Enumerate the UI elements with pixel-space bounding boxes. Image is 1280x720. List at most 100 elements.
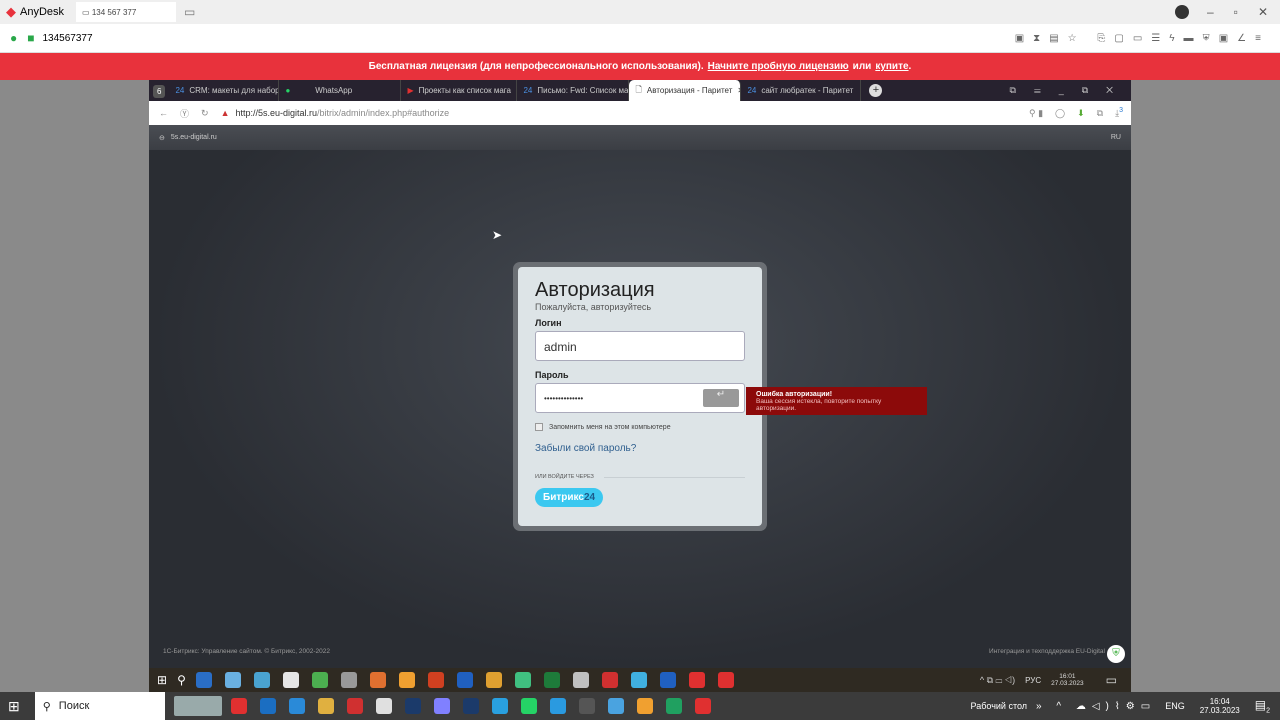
taskbar-app-icon[interactable]: [375, 698, 392, 714]
tab-label: CRM: макеты для наборов: [189, 86, 280, 95]
password-input[interactable]: •••••••••••••• ↵: [535, 383, 745, 413]
lang-indicator[interactable]: ENG: [1165, 701, 1185, 711]
reload-icon[interactable]: ↻: [201, 108, 209, 119]
address-bar[interactable]: ← Ⓨ ↻ ▲ http://5s.eu-digital.ru/bitrix/a…: [149, 101, 1131, 125]
start-icon[interactable]: ⊞: [8, 698, 20, 715]
submit-button[interactable]: ↵: [703, 389, 739, 407]
extensions-icon[interactable]: ⧉: [1097, 108, 1103, 119]
tab-crm[interactable]: 24 CRM: макеты для наборов: [169, 80, 280, 101]
taskbar-app-icon[interactable]: [462, 698, 479, 714]
back-to-site-icon[interactable]: ⊖: [159, 134, 165, 142]
desktop-toolbar[interactable]: Рабочий стол: [971, 701, 1028, 711]
session-tab-label: 134 567 377: [91, 7, 137, 17]
remote-taskbar-app-icon[interactable]: [311, 672, 328, 688]
remote-search-icon[interactable]: ⚲: [177, 673, 186, 687]
login-input[interactable]: admin: [535, 331, 745, 361]
banner-end: .: [908, 61, 912, 72]
remote-taskbar-app-icon[interactable]: [717, 672, 734, 688]
maximize-button[interactable]: ▫: [1234, 5, 1238, 19]
remote-start-icon[interactable]: ⊞: [157, 673, 167, 687]
tray-icons[interactable]: » ^ ☁◁)⌇⚙▭: [1036, 701, 1156, 712]
remote-taskbar-app-icon[interactable]: [195, 672, 212, 688]
yandex-icon[interactable]: Ⓨ: [180, 107, 189, 120]
clock[interactable]: 16:04 27.03.2023: [1200, 697, 1240, 715]
remote-taskbar-app-icon[interactable]: [572, 672, 589, 688]
extension-icon[interactable]: ⬇: [1077, 108, 1085, 119]
remote-taskbar-app-icon[interactable]: [224, 672, 241, 688]
city-widget-icon[interactable]: [173, 696, 222, 716]
license-banner: Бесплатная лицензия (для непрофессиональ…: [0, 53, 1280, 80]
remote-tray-icons[interactable]: ^ ⧉ ▭ ◁): [980, 675, 1015, 686]
remember-checkbox[interactable]: [535, 423, 543, 431]
url-field[interactable]: http://5s.eu-digital.ru/bitrix/admin/ind…: [235, 108, 449, 118]
tab-site[interactable]: 24 сайт любратек - Паритет: [741, 80, 862, 101]
bookmark-icon[interactable]: ⚲ ▮: [1029, 108, 1043, 119]
shield-icon[interactable]: ⛨: [1107, 645, 1125, 663]
bitrix-label: Битрикс: [543, 492, 584, 503]
taskbar-app-icon[interactable]: [665, 698, 682, 714]
downloads-icon[interactable]: ⤓3: [1115, 107, 1123, 119]
remote-notifications-icon[interactable]: ▭: [1106, 673, 1117, 687]
taskbar-app-icon[interactable]: [433, 698, 450, 714]
time: 16:04: [1209, 697, 1230, 706]
remote-taskbar-app-icon[interactable]: [340, 672, 357, 688]
remote-taskbar-app-icon[interactable]: [659, 672, 676, 688]
trial-license-link[interactable]: Начните пробную лицензию: [708, 61, 849, 72]
opera-icon[interactable]: ◯: [1055, 108, 1065, 119]
taskbar-app-icon[interactable]: [520, 698, 537, 714]
taskbar-app-icon[interactable]: [317, 698, 334, 714]
remote-taskbar-app-icon[interactable]: [688, 672, 705, 688]
taskbar-app-icon[interactable]: [694, 698, 711, 714]
taskbar-app-icon[interactable]: [404, 698, 421, 714]
remote-taskbar-app-icon[interactable]: [398, 672, 415, 688]
remote-taskbar-app-icon[interactable]: [427, 672, 444, 688]
taskbar-app-icon[interactable]: [549, 698, 566, 714]
tab-count[interactable]: 6: [153, 85, 166, 98]
notifications-icon[interactable]: ▤2: [1255, 698, 1270, 714]
taskbar-app-icon[interactable]: [259, 698, 276, 714]
local-taskbar: ⊞ ⚲ Поиск Рабочий стол » ^ ☁◁)⌇⚙▭ ENG 16:…: [0, 692, 1280, 720]
tab-authorization[interactable]: 🗋Авторизация - Паритет✕: [629, 80, 742, 101]
site-link[interactable]: 5s.eu-digital.ru: [171, 134, 217, 141]
taskbar-app-icon[interactable]: [346, 698, 363, 714]
taskbar-app-icon[interactable]: [607, 698, 624, 714]
remote-taskbar-app-icon[interactable]: [253, 672, 270, 688]
close-button[interactable]: ✕: [1258, 5, 1268, 19]
remote-screen[interactable]: 6 24 CRM: макеты для наборов ● WhatsApp ▶ П…: [149, 80, 1131, 692]
remote-taskbar: ⊞ ⚲ ^ ⧉ ▭ ◁) РУС 16:01 27.03.2023 ▭: [149, 668, 1131, 692]
remote-taskbar-app-icon[interactable]: [485, 672, 502, 688]
tab-mail[interactable]: 24 Письмо: Fwd: Список маг: [517, 80, 630, 101]
new-session-icon[interactable]: ▭: [184, 5, 195, 19]
taskbar-app-icon[interactable]: [578, 698, 595, 714]
footer-support[interactable]: Интеграция и техподдержка EU-Digital: [989, 648, 1105, 655]
taskbar-app-icon[interactable]: [636, 698, 653, 714]
taskbar-app-icon[interactable]: [230, 698, 247, 714]
buy-link[interactable]: купите: [875, 61, 908, 72]
bitrix24-login-button[interactable]: Битрикс24: [535, 488, 604, 507]
window-controls[interactable]: ⧉☰_⧉✕: [1010, 85, 1131, 96]
anydesk-logo-icon: ◆: [6, 4, 16, 19]
remote-lang[interactable]: РУС: [1025, 676, 1041, 685]
tab-projects[interactable]: ▶ Проекты как список мага: [401, 80, 518, 101]
minimize-button[interactable]: –: [1207, 5, 1214, 19]
back-icon[interactable]: ←: [159, 108, 168, 118]
taskbar-app-icon[interactable]: [288, 698, 305, 714]
remote-taskbar-app-icon[interactable]: [456, 672, 473, 688]
account-icon[interactable]: [1174, 5, 1189, 19]
session-tab[interactable]: ▭ 134 567 377: [76, 2, 177, 22]
remote-taskbar-app-icon[interactable]: [543, 672, 560, 688]
remote-taskbar-app-icon[interactable]: [601, 672, 618, 688]
tab-whatsapp[interactable]: ● WhatsApp: [279, 80, 402, 101]
tab-label: сайт любратек - Паритет: [761, 86, 854, 95]
remote-taskbar-app-icon[interactable]: [369, 672, 386, 688]
search-box[interactable]: ⚲ Поиск: [34, 692, 165, 720]
new-tab-button[interactable]: +: [869, 84, 883, 97]
forgot-password-link[interactable]: Забыли свой пароль?: [535, 443, 745, 454]
remote-taskbar-app-icon[interactable]: [630, 672, 647, 688]
remote-taskbar-app-icon[interactable]: [514, 672, 531, 688]
toolbar-icons[interactable]: ▣⧗▤☆ ⎘▢▭☰ϟ▬⛨▣∠≡: [1015, 33, 1270, 44]
language-select[interactable]: RU: [1111, 134, 1121, 141]
taskbar-app-icon[interactable]: [491, 698, 508, 714]
remote-taskbar-app-icon[interactable]: [282, 672, 299, 688]
url-path: /bitrix/admin/index.php#authorize: [317, 108, 450, 118]
